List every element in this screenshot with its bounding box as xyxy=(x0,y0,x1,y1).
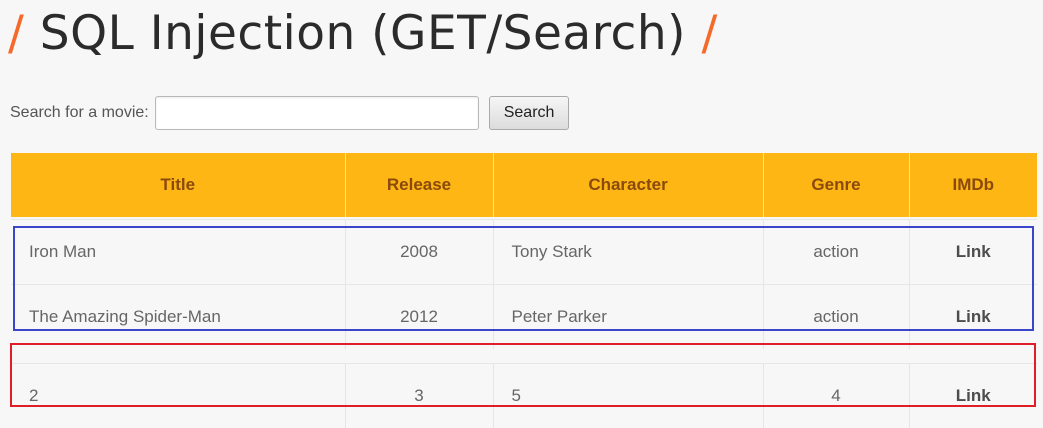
column-header-imdb: IMDb xyxy=(909,153,1037,217)
cell-character: Peter Parker xyxy=(493,285,763,350)
cell-release: 3 xyxy=(345,364,493,428)
search-button[interactable]: Search xyxy=(489,96,570,130)
imdb-link[interactable]: Link xyxy=(956,307,991,326)
search-input[interactable] xyxy=(155,96,479,130)
cell-title: Iron Man xyxy=(11,220,345,285)
cell-imdb: Link xyxy=(909,220,1037,285)
imdb-link[interactable]: Link xyxy=(956,242,991,261)
column-header-character: Character xyxy=(493,153,763,217)
title-slash-left: / xyxy=(8,6,24,61)
table-row: Iron Man 2008 Tony Stark action Link xyxy=(11,220,1037,285)
movie-table: Title Release Character Genre IMDb Iron … xyxy=(11,153,1037,428)
column-header-release: Release xyxy=(345,153,493,217)
table-header-row: Title Release Character Genre IMDb xyxy=(11,153,1037,217)
cell-imdb: Link xyxy=(909,364,1037,428)
search-label: Search for a movie: xyxy=(10,104,149,122)
imdb-link[interactable]: Link xyxy=(956,386,991,405)
cell-imdb: Link xyxy=(909,285,1037,350)
cell-character: Tony Stark xyxy=(493,220,763,285)
page-title: / SQL Injection (GET/Search) / xyxy=(8,4,718,64)
table-spacer xyxy=(11,349,1037,364)
cell-release: 2012 xyxy=(345,285,493,350)
cell-title: The Amazing Spider-Man xyxy=(11,285,345,350)
table-row: The Amazing Spider-Man 2012 Peter Parker… xyxy=(11,285,1037,350)
cell-title: 2 xyxy=(11,364,345,428)
column-header-genre: Genre xyxy=(763,153,909,217)
page-title-text: SQL Injection (GET/Search) xyxy=(40,6,686,61)
cell-genre: action xyxy=(763,220,909,285)
cell-release: 2008 xyxy=(345,220,493,285)
cell-character: 5 xyxy=(493,364,763,428)
search-form: Search for a movie: Search xyxy=(10,94,569,132)
cell-genre: 4 xyxy=(763,364,909,428)
table-row: 2 3 5 4 Link xyxy=(11,364,1037,428)
title-slash-right: / xyxy=(701,6,717,61)
column-header-title: Title xyxy=(11,153,345,217)
cell-genre: action xyxy=(763,285,909,350)
